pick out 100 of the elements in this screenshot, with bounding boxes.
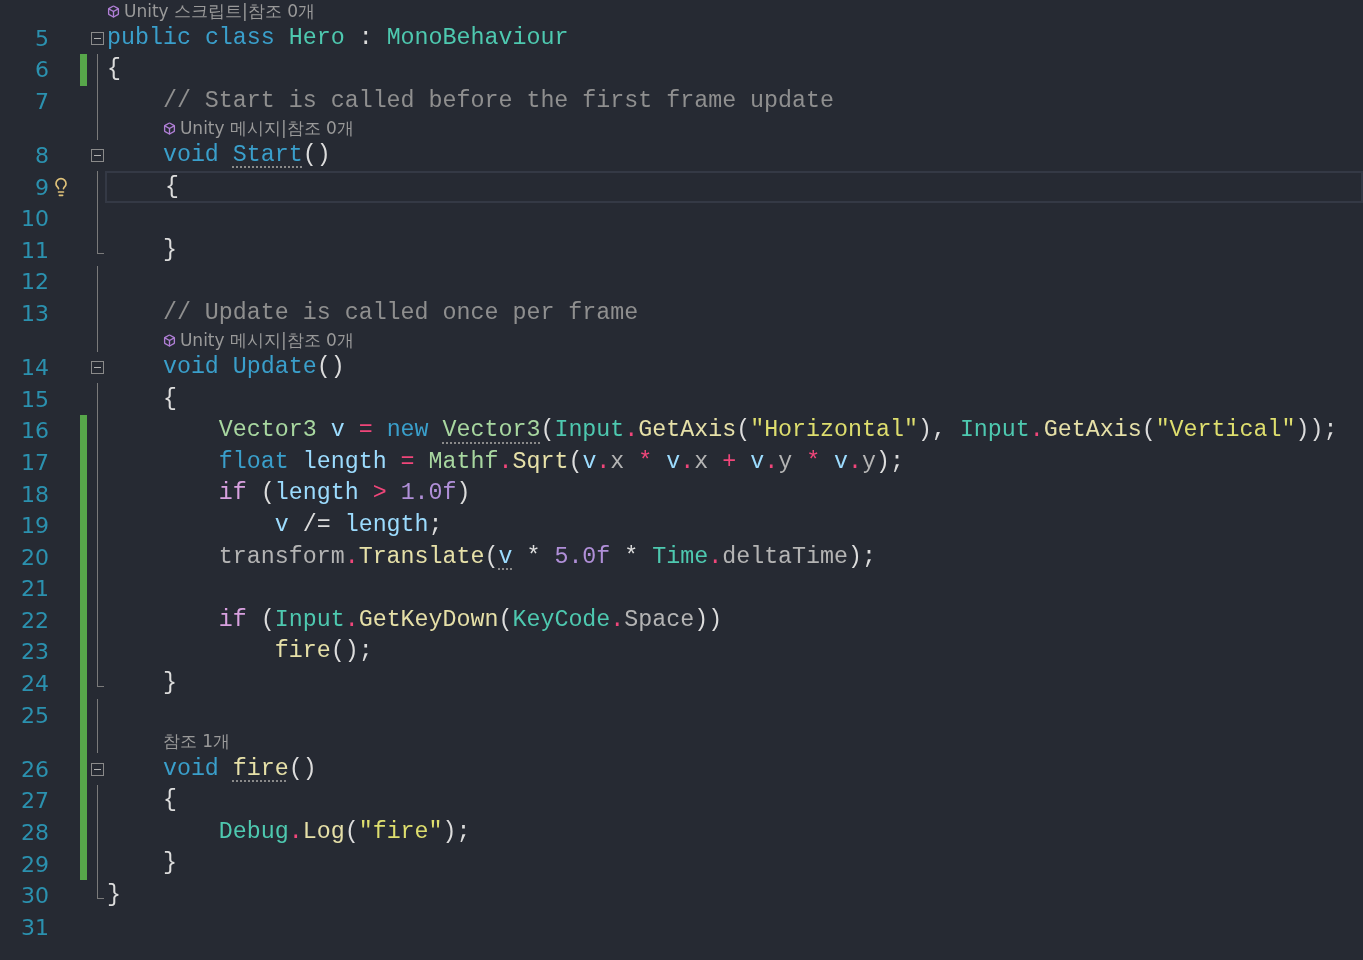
- code-token: v: [273, 511, 289, 538]
- code-token: +: [722, 448, 738, 475]
- line-number: 27: [21, 787, 49, 816]
- code-token: Mathf: [428, 448, 499, 475]
- line-number: 19: [21, 512, 49, 541]
- code-token: .: [596, 448, 611, 475]
- code-token: v: [582, 448, 597, 475]
- code-lens[interactable]: Unity 메시지|참조 0개: [179, 327, 354, 354]
- code-token: ();: [330, 638, 373, 665]
- code-lens[interactable]: Unity 메시지|참조 0개: [179, 115, 354, 142]
- code-token: (: [498, 606, 513, 633]
- line-number: 18: [21, 480, 49, 509]
- line-number: 24: [21, 670, 49, 699]
- code-token: =: [400, 448, 416, 475]
- code-token: void: [161, 755, 220, 782]
- code-token: .: [344, 606, 359, 633]
- collapse-icon[interactable]: [91, 762, 104, 776]
- code-token: Log: [302, 818, 345, 845]
- code-token: .: [1029, 417, 1044, 444]
- code-token: >: [372, 480, 388, 507]
- code-token: "Vertical": [1155, 417, 1296, 444]
- line-number: 17: [21, 448, 49, 477]
- code-token: void: [161, 141, 220, 168]
- code-token: {: [107, 56, 121, 83]
- code-token: v: [330, 417, 346, 444]
- line-number: 12: [21, 268, 49, 297]
- code-token: );: [848, 543, 876, 570]
- code-token: x: [694, 448, 710, 475]
- code-token: .: [498, 448, 513, 475]
- code-token: /=: [301, 511, 332, 538]
- code-token: 5.0f: [554, 543, 611, 570]
- line-number: 29: [21, 850, 49, 879]
- line-number: 20: [21, 543, 49, 572]
- line-number: 11: [21, 236, 49, 265]
- code-token: (): [302, 141, 331, 168]
- code-token: MonoBehaviour: [386, 24, 569, 51]
- code-token: new: [386, 417, 430, 444]
- code-token: Debug: [217, 818, 289, 845]
- code-token: *: [806, 448, 822, 475]
- collapse-icon[interactable]: [91, 361, 104, 375]
- line-number: 13: [21, 300, 49, 329]
- line-number: 30: [21, 882, 49, 911]
- code-token: .: [764, 448, 779, 475]
- code-lens[interactable]: Unity 스크립트|참조 0개: [124, 0, 316, 24]
- code-token: GetAxis: [638, 417, 737, 444]
- code-token: Input: [554, 417, 625, 444]
- code-token: KeyCode: [512, 606, 611, 633]
- code-token: // Start is called before the first frame update: [161, 87, 834, 114]
- code-token: fire: [232, 755, 289, 782]
- line-number: 5: [35, 24, 49, 53]
- code-token: .: [708, 543, 723, 570]
- collapse-icon[interactable]: [91, 31, 104, 45]
- code-token: (: [568, 448, 583, 475]
- collapse-icon[interactable]: [91, 149, 104, 163]
- code-token: (: [1141, 417, 1156, 444]
- code-token: (: [259, 480, 275, 507]
- code-token: fire: [273, 638, 331, 665]
- code-token: {: [163, 173, 179, 200]
- code-token: .: [344, 543, 359, 570]
- code-token: ),: [917, 417, 947, 444]
- code-token: .: [624, 417, 639, 444]
- code-token: GetAxis: [1043, 417, 1142, 444]
- code-token: *: [525, 543, 542, 570]
- code-token: class: [204, 24, 276, 51]
- code-token: *: [623, 543, 640, 570]
- code-token: Sqrt: [512, 448, 569, 475]
- code-token: Hero: [288, 24, 345, 51]
- line-number: 31: [21, 913, 49, 942]
- code-token: (: [259, 606, 275, 633]
- line-number: 28: [21, 818, 49, 847]
- code-token: (): [288, 755, 317, 782]
- code-token: .: [288, 818, 303, 845]
- code-token: transform: [217, 543, 345, 570]
- code-token: }: [161, 850, 177, 877]
- code-token: deltaTime: [722, 543, 848, 570]
- line-number: 23: [21, 638, 49, 667]
- code-token: {: [161, 385, 177, 412]
- code-token: v: [498, 543, 513, 570]
- code-token: if: [217, 606, 247, 633]
- code-token: Vector3: [217, 417, 318, 444]
- code-token: y: [862, 448, 877, 475]
- code-token: length: [302, 448, 388, 475]
- code-token: (: [484, 543, 499, 570]
- code-token: Start: [232, 141, 303, 168]
- code-token: (: [736, 417, 751, 444]
- line-number: 25: [21, 701, 49, 730]
- code-token: x: [610, 448, 626, 475]
- code-token: Time: [652, 543, 709, 570]
- code-token: ;: [428, 511, 443, 538]
- line-number: 7: [35, 88, 49, 116]
- code-token: float: [217, 448, 290, 475]
- code-token: .: [848, 448, 863, 475]
- code-token: v: [834, 448, 849, 475]
- line-number: 6: [35, 56, 49, 85]
- line-number: 10: [21, 205, 49, 234]
- code-lens[interactable]: 참조 1개: [162, 729, 231, 755]
- code-token: Update: [232, 354, 317, 380]
- code-token: :: [357, 24, 374, 51]
- code-token: Vector3: [442, 417, 541, 444]
- code-token: ));: [1295, 417, 1338, 444]
